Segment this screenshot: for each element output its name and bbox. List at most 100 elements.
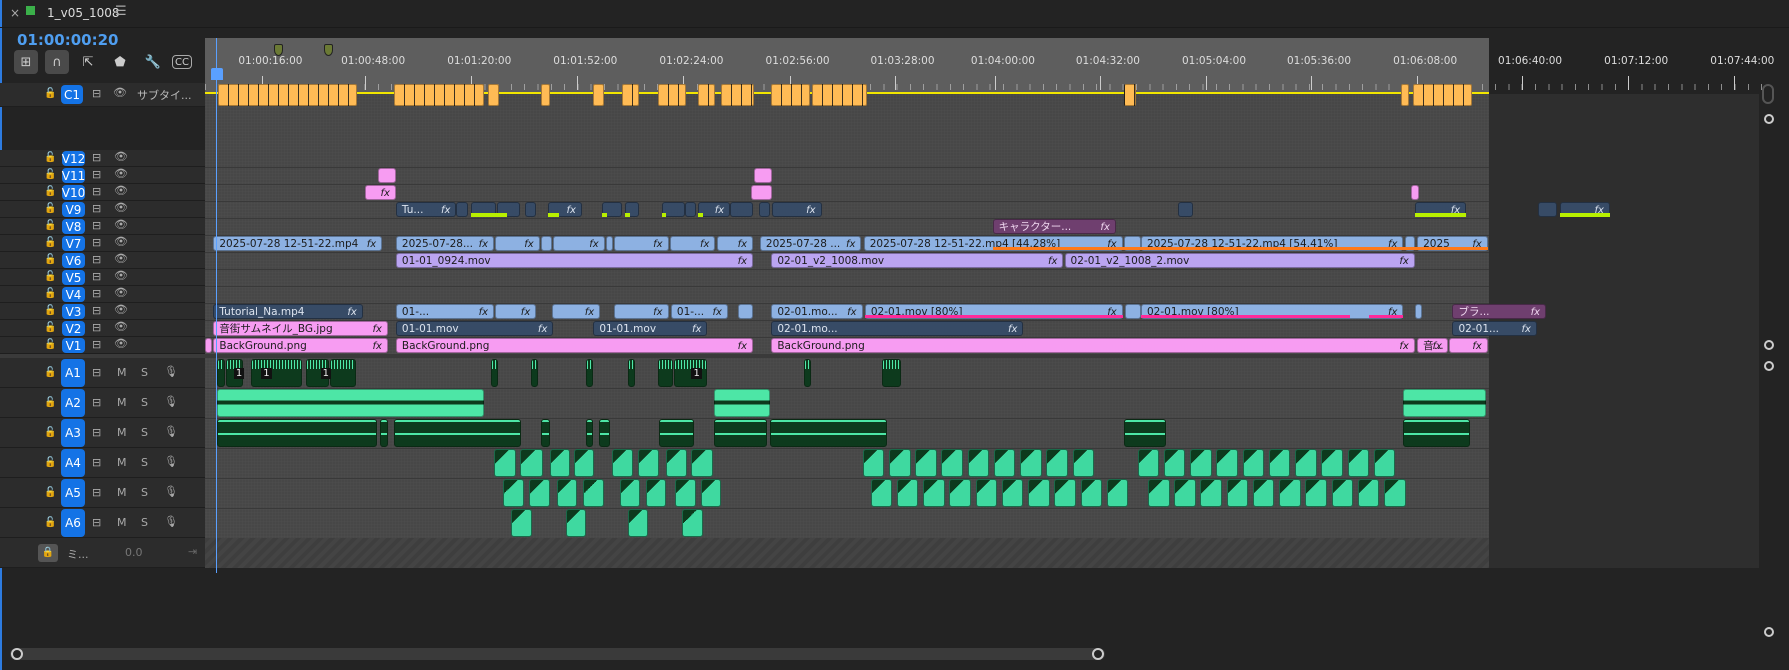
- sync-lock-icon[interactable]: ⊟: [92, 516, 101, 529]
- audio-clip[interactable]: [627, 359, 635, 387]
- video-clip[interactable]: fx: [613, 236, 669, 251]
- subtitle-clip[interactable]: [1401, 84, 1410, 106]
- audio-clip[interactable]: [915, 449, 937, 477]
- audio-clip[interactable]: [1200, 479, 1222, 507]
- background-clip[interactable]: BackGround.png fx: [771, 338, 1415, 353]
- eye-icon[interactable]: 👁: [114, 184, 128, 197]
- eye-icon[interactable]: 👁: [114, 269, 128, 282]
- lock-icon[interactable]: 🔓: [44, 305, 56, 316]
- zoom-handle-right[interactable]: [1092, 648, 1104, 660]
- audio-clip[interactable]: [659, 419, 694, 447]
- solo-button[interactable]: S: [141, 456, 148, 469]
- audio-clip[interactable]: [573, 449, 595, 477]
- audio-clip[interactable]: [1242, 449, 1265, 477]
- audio-clip[interactable]: [1252, 479, 1275, 507]
- overlay-clip[interactable]: [730, 202, 754, 217]
- track-target-a5[interactable]: A5: [61, 479, 85, 507]
- lock-icon[interactable]: 🔓: [44, 367, 56, 378]
- microphone-icon[interactable]: 🎙: [164, 515, 178, 528]
- video-clip[interactable]: 2025-07-28... fx: [395, 236, 495, 251]
- graphic-clip[interactable]: [750, 185, 773, 200]
- audio-clip[interactable]: [1123, 419, 1167, 447]
- track-target-v7[interactable]: V7: [62, 236, 85, 251]
- microphone-icon[interactable]: 🎙: [164, 455, 178, 468]
- background-clip[interactable]: BackGround.png fx: [213, 338, 388, 353]
- audio-clip[interactable]: [1305, 479, 1327, 507]
- captions-button[interactable]: CC: [172, 55, 192, 69]
- audio-clip[interactable]: [666, 449, 687, 477]
- lock-icon[interactable]: 🔓: [44, 88, 56, 99]
- audio-clip[interactable]: [379, 419, 388, 447]
- sync-lock-icon[interactable]: ⊟: [92, 168, 101, 181]
- audio-clip[interactable]: [975, 479, 998, 507]
- audio-clip[interactable]: [1190, 449, 1212, 477]
- audio-clip[interactable]: [511, 509, 532, 537]
- sync-lock-icon[interactable]: ⊟: [92, 236, 101, 249]
- sync-lock-icon[interactable]: ⊟: [92, 338, 101, 351]
- overlay-clip[interactable]: [684, 202, 696, 217]
- audio-clip[interactable]: [529, 479, 550, 507]
- lock-icon[interactable]: 🔓: [44, 203, 56, 214]
- video-clip[interactable]: fx: [553, 236, 605, 251]
- mix-volume-value[interactable]: 0.0: [125, 546, 143, 559]
- video-clip[interactable]: 01-... fx: [670, 304, 728, 319]
- audio-clip[interactable]: [862, 449, 885, 477]
- audio-clip[interactable]: [1020, 449, 1042, 477]
- sync-lock-icon[interactable]: ⊟: [92, 151, 101, 164]
- track-target-v12[interactable]: V12: [62, 151, 85, 166]
- subtitle-clip[interactable]: [812, 84, 868, 106]
- audio-clip[interactable]: [1357, 479, 1380, 507]
- video-clip[interactable]: 01-01_0924.mov fx: [395, 253, 754, 268]
- sync-lock-icon[interactable]: ⊟: [92, 486, 101, 499]
- audio-clip[interactable]: [1373, 449, 1396, 477]
- lock-icon[interactable]: 🔓: [44, 237, 56, 248]
- subtitle-scroll-handle[interactable]: [1762, 84, 1774, 104]
- video-clip[interactable]: [605, 236, 613, 251]
- audio-clip[interactable]: [1321, 449, 1343, 477]
- overlay-clip[interactable]: fx: [698, 202, 731, 217]
- lock-icon[interactable]: 🔓: [44, 288, 56, 299]
- mute-button[interactable]: M: [117, 396, 127, 409]
- track-target-v5[interactable]: V5: [62, 270, 85, 285]
- video-scroll-handle[interactable]: [1764, 340, 1774, 350]
- sync-lock-icon[interactable]: ⊟: [92, 366, 101, 379]
- background-clip[interactable]: [205, 338, 213, 353]
- subtitle-clip[interactable]: [217, 84, 358, 106]
- overlay-clip[interactable]: fx: [772, 202, 822, 217]
- sync-lock-icon[interactable]: ⊟: [92, 253, 101, 266]
- subtitle-clip[interactable]: [393, 84, 484, 106]
- background-clip[interactable]: fx: [1449, 338, 1488, 353]
- track-target-a3[interactable]: A3: [61, 419, 85, 447]
- solo-button[interactable]: S: [141, 396, 148, 409]
- eye-icon[interactable]: 👁: [114, 201, 128, 214]
- eye-icon[interactable]: 👁: [114, 252, 128, 265]
- snap-button[interactable]: ∩: [45, 50, 69, 74]
- eye-icon[interactable]: 👁: [114, 320, 128, 333]
- video-clip[interactable]: [1125, 304, 1141, 319]
- audio-clip[interactable]: [993, 449, 1016, 477]
- microphone-icon[interactable]: 🎙: [164, 365, 178, 378]
- audio-clip[interactable]: [1046, 449, 1068, 477]
- sequence-title[interactable]: 1_v05_1008: [47, 6, 120, 20]
- mix-lock-icon[interactable]: 🔒: [38, 544, 58, 562]
- graphic-clip[interactable]: [1411, 185, 1420, 200]
- audio-clip[interactable]: [490, 359, 498, 387]
- overlay-clip[interactable]: [524, 202, 537, 217]
- video-clip[interactable]: 01-01.mov fx: [593, 321, 708, 336]
- audio-clip[interactable]: [949, 479, 971, 507]
- background-clip[interactable]: BackGround.png fx: [395, 338, 754, 353]
- track-target-c1[interactable]: C1: [61, 85, 83, 104]
- audio-clip[interactable]: [503, 479, 524, 507]
- background-clip[interactable]: 音... fx: [1417, 338, 1448, 353]
- title-clip[interactable]: キャラクター... fx: [992, 219, 1116, 234]
- video-clip[interactable]: fx: [669, 236, 716, 251]
- video-clip[interactable]: 01-... fx: [395, 304, 495, 319]
- audio-clip[interactable]: [611, 449, 634, 477]
- overlay-clip[interactable]: [1538, 202, 1558, 217]
- subtitle-clip[interactable]: [658, 84, 686, 106]
- track-target-v3[interactable]: V3: [62, 304, 85, 319]
- audio-clip[interactable]: [1001, 479, 1024, 507]
- video-clip[interactable]: [540, 236, 553, 251]
- microphone-icon[interactable]: 🎙: [164, 395, 178, 408]
- sync-lock-icon[interactable]: ⊟: [92, 219, 101, 232]
